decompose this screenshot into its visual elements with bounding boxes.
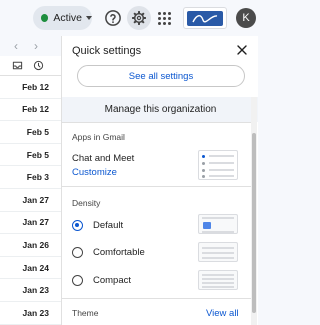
mail-date: Jan 27 [22, 217, 49, 228]
mail-list: ‹ › Feb 12 Feb 12 Feb 5 Feb 5 Feb 3 Jan … [0, 36, 61, 325]
gear-icon [132, 11, 146, 25]
radio-button[interactable] [72, 246, 83, 258]
mail-tabs [0, 56, 61, 76]
density-option-comfortable[interactable]: Comfortable [72, 244, 192, 260]
density-default-thumbnail [198, 214, 238, 234]
mail-row[interactable]: Jan 24 [0, 257, 61, 280]
density-option-default[interactable]: Default [72, 217, 192, 233]
density-section-label: Density [72, 198, 101, 208]
scrollbar-thumb[interactable] [252, 133, 256, 313]
chevron-right-icon[interactable]: › [34, 39, 38, 53]
inbox-icon[interactable] [12, 60, 23, 71]
mail-row[interactable]: Feb 3 [0, 166, 61, 189]
caret-down-icon [86, 16, 92, 20]
view-all-themes-link[interactable]: View all [206, 308, 239, 319]
mail-date: Feb 3 [26, 172, 49, 183]
close-icon [237, 45, 247, 55]
mail-row[interactable]: Feb 5 [0, 144, 61, 167]
chat-layout-thumbnail [198, 150, 238, 180]
scrollbar[interactable] [251, 97, 257, 325]
mail-row[interactable]: Jan 26 [0, 234, 61, 257]
density-option-label: Compact [93, 274, 132, 286]
divider [62, 186, 251, 187]
mail-pagination: ‹ › [0, 36, 61, 56]
customize-link[interactable]: Customize [72, 167, 117, 178]
mail-row[interactable]: Jan 27 [0, 212, 61, 235]
status-dropdown[interactable]: Active [33, 6, 92, 30]
density-option-label: Comfortable [93, 246, 145, 258]
radio-button[interactable] [72, 274, 83, 286]
status-dot-icon [41, 14, 49, 22]
logo-graphic [187, 10, 223, 26]
mail-date: Feb 5 [26, 149, 49, 160]
mail-row[interactable]: Feb 12 [0, 76, 61, 99]
divider [62, 298, 251, 299]
apps-grid-icon [157, 11, 171, 25]
manage-organization-button[interactable]: Manage this organization [62, 97, 258, 122]
clock-icon[interactable] [33, 60, 44, 71]
mail-row[interactable]: Jan 23 [0, 279, 61, 302]
mail-date: Jan 26 [22, 239, 49, 250]
mail-date: Jan 23 [22, 285, 49, 296]
mail-date: Feb 5 [26, 126, 49, 137]
apps-section-label: Apps in Gmail [72, 132, 125, 142]
density-option-compact[interactable]: Compact [72, 272, 192, 288]
mail-date: Jan 23 [22, 307, 49, 318]
apps-button[interactable] [154, 8, 174, 28]
density-option-label: Default [93, 219, 124, 231]
account-avatar[interactable]: K [236, 8, 256, 28]
mail-row[interactable]: Feb 12 [0, 99, 61, 122]
mail-row[interactable]: Jan 27 [0, 189, 61, 212]
mail-row[interactable]: Feb 5 [0, 121, 61, 144]
chat-meet-label: Chat and Meet [72, 153, 135, 164]
divider [62, 122, 251, 123]
theme-section-label: Theme [72, 308, 99, 318]
mail-date: Feb 12 [22, 104, 49, 115]
mail-date: Jan 24 [22, 262, 49, 273]
density-compact-thumbnail [198, 270, 238, 290]
status-label: Active [53, 12, 82, 24]
close-button[interactable] [234, 42, 250, 58]
chevron-left-icon[interactable]: ‹ [14, 39, 18, 53]
density-comfortable-thumbnail [198, 242, 238, 262]
mail-row[interactable]: Jan 23 [0, 302, 61, 325]
mail-date: Jan 27 [22, 194, 49, 205]
top-bar: Active K [0, 0, 258, 36]
see-all-settings-button[interactable]: See all settings [77, 65, 245, 87]
panel-title: Quick settings [72, 45, 142, 57]
organization-logo[interactable] [183, 7, 227, 29]
help-button[interactable] [103, 8, 123, 28]
mail-date: Feb 12 [22, 81, 49, 92]
quick-settings-panel: Quick settings See all settings Manage t… [61, 36, 258, 325]
settings-button[interactable] [127, 6, 151, 30]
radio-button[interactable] [72, 219, 83, 231]
help-icon [105, 10, 121, 26]
